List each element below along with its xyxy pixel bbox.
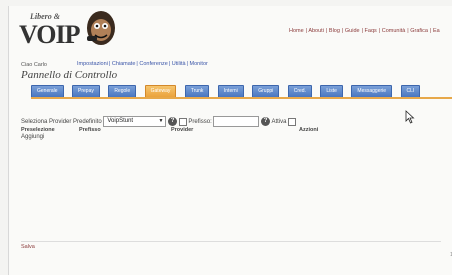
provider-select[interactable]: VoipStunt ▼ [103,116,167,127]
subnav-settings[interactable]: Impostazioni [77,61,108,67]
top-link-guide[interactable]: Guide [345,28,360,34]
column-header-prefix: Prefisso [79,127,101,133]
libero-voip-logo[interactable]: Libero & VOIP [13,8,133,60]
option-checkbox[interactable] [178,117,187,126]
active-label: Attiva [271,119,287,126]
provider-form-row: Seleziona Provider Predefinito VoipStunt… [21,116,297,127]
help-icon-2[interactable]: ? [261,117,271,126]
save-link[interactable]: Salva [21,244,35,250]
chevron-down-icon: ▼ [158,118,164,124]
top-links: Home | Abouti | Blog | Guide | Faqs | Comunit… [289,28,440,34]
subnav-utilities[interactable]: Utilità [172,61,186,67]
help-icon[interactable]: ? [168,117,178,126]
add-link[interactable]: Aggiungi [21,134,44,140]
page-title: Pannello di Controllo [21,69,118,81]
top-link-graphics[interactable]: Grafica [410,28,428,34]
divider [21,241,441,242]
tab-underline [31,97,452,99]
subnav-calls[interactable]: Chiamate [112,61,136,67]
prefix-label: Prefisso: [188,119,212,126]
prefix-input[interactable] [213,116,260,127]
subnav-monitor[interactable]: Monitor [190,61,208,67]
active-checkbox[interactable] [288,117,297,126]
top-link-blog[interactable]: Blog [329,28,340,34]
subnav-conferences[interactable]: Conferenze [139,61,167,67]
top-link-home[interactable]: Home [289,28,304,34]
user-greeting: Ciao Carlo [21,62,47,68]
select-provider-label: Seleziona Provider Predefinito [21,119,102,126]
mouse-cursor-icon [405,110,415,124]
column-header-actions: Azzioni [299,127,319,133]
top-link-more[interactable]: Ea [433,28,440,34]
top-link-community[interactable]: Comunità [382,28,406,34]
provider-select-value: VoipStunt [107,118,134,124]
column-header-provider: Provider [171,127,194,133]
sub-navigation: Impostazioni| Chiamate| Conferenze| Util… [77,61,208,67]
top-link-faqs[interactable]: Faqs [365,28,377,34]
mascot-icon [87,11,115,45]
top-link-about[interactable]: Abouti [308,28,324,34]
logo-text: VOIP [19,20,80,49]
page-content: Libero & VOIP Home | Abouti | Blog | Guide |… [8,6,452,275]
column-header-preselection: Preselezione [21,127,55,133]
